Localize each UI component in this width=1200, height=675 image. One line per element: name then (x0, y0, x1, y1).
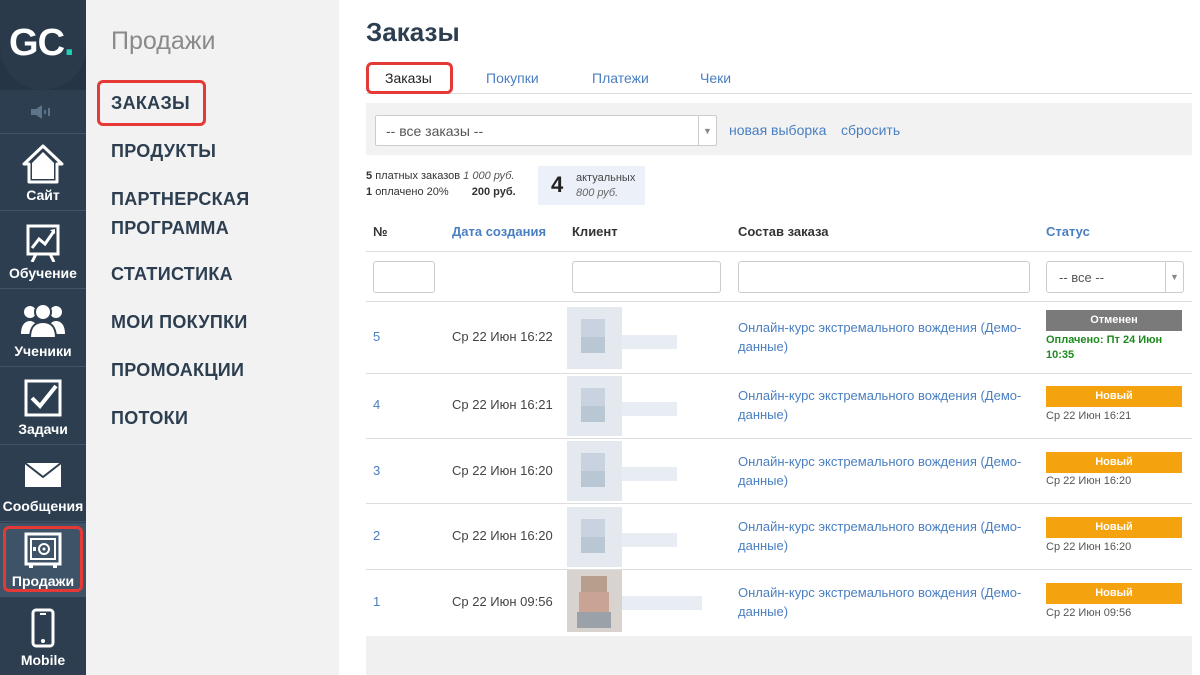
sound-toggle[interactable] (0, 90, 86, 134)
nav-label: Mobile (20, 652, 66, 668)
status-detail: Ср 22 Июн 16:20 (1046, 475, 1132, 487)
client-avatar-blurred (567, 507, 677, 567)
status-detail: Ср 22 Июн 09:56 (1046, 607, 1132, 619)
order-number[interactable]: 5 (373, 329, 380, 344)
status-detail: Ср 22 Июн 16:20 (1046, 541, 1132, 553)
logo[interactable]: GC. (0, 0, 86, 90)
table-row[interactable]: 2 Ср 22 Июн 16:20 Онлайн-курс экстремаль… (366, 504, 1192, 570)
col-num: № (373, 224, 388, 239)
order-date: Ср 22 Июн 16:22 (452, 329, 553, 344)
table-filter-row: -- все -- ▼ (366, 252, 1192, 302)
col-composition: Состав заказа (738, 224, 829, 239)
nav-label: Сайт (26, 187, 60, 203)
order-date: Ср 22 Июн 16:20 (452, 463, 553, 478)
actual-orders-stat: 4 актуальных 800 руб. (538, 166, 645, 205)
order-date: Ср 22 Июн 09:56 (452, 594, 553, 609)
table-row[interactable]: 5 Ср 22 Июн 16:22 Онлайн-курс экстремаль… (366, 302, 1192, 374)
house-icon (22, 144, 64, 184)
order-composition-link[interactable]: Онлайн-курс экстремального вождения (Дем… (738, 386, 1038, 424)
orders-filter-select[interactable]: -- все заказы -- ▼ (375, 115, 717, 146)
speaker-icon (31, 105, 50, 119)
order-number[interactable]: 3 (373, 463, 380, 478)
order-composition-link[interactable]: Онлайн-курс экстремального вождения (Дем… (738, 452, 1038, 490)
status-detail: Оплачено: Пт 24 Июн 10:35 (1046, 334, 1163, 361)
order-date: Ср 22 Июн 16:20 (452, 528, 553, 543)
checkbox-icon (24, 379, 62, 417)
tab-payments[interactable]: Платежи (592, 70, 649, 86)
col-date-sort[interactable]: Дата создания (452, 224, 546, 239)
envelope-icon (24, 462, 62, 487)
tab-purchases[interactable]: Покупки (486, 70, 539, 86)
order-composition-link[interactable]: Онлайн-курс экстремального вождения (Дем… (738, 318, 1038, 356)
menu-item-products[interactable]: ПРОДУКТЫ (111, 137, 216, 166)
order-number[interactable]: 2 (373, 528, 380, 543)
reset-link[interactable]: сбросить (841, 122, 900, 138)
highlight-outline (366, 62, 453, 94)
nav-label: Обучение (9, 265, 77, 281)
main-content: Заказы Заказы Покупки Платежи Чеки -- вс… (339, 0, 1200, 675)
new-selection-link[interactable]: новая выборка (729, 122, 826, 138)
table-row[interactable]: 3 Ср 22 Июн 16:20 Онлайн-курс экстремаль… (366, 439, 1192, 504)
order-composition-link[interactable]: Онлайн-курс экстремального вождения (Дем… (738, 583, 1038, 621)
order-composition-link[interactable]: Онлайн-курс экстремального вождения (Дем… (738, 517, 1038, 555)
status-badge: Новый (1046, 452, 1182, 473)
tabs: Заказы Покупки Платежи Чеки (366, 64, 1192, 94)
order-date: Ср 22 Июн 16:21 (452, 397, 553, 412)
col-status-sort[interactable]: Статус (1046, 224, 1090, 239)
users-icon (21, 303, 65, 339)
composition-filter-input[interactable] (738, 261, 1030, 293)
client-avatar-blurred (567, 307, 677, 369)
menu-item-promotions[interactable]: ПРОМОАКЦИИ (111, 356, 244, 385)
status-filter-select[interactable]: -- все -- ▼ (1046, 261, 1184, 293)
status-badge: Новый (1046, 386, 1182, 407)
menu-item-partner-program[interactable]: ПАРТНЕРСКАЯ ПРОГРАММА (111, 185, 311, 243)
table-row[interactable]: 1 Ср 22 Июн 09:56 Онлайн-курс экстремаль… (366, 570, 1192, 636)
client-avatar-blurred (567, 570, 702, 632)
nav-label: Ученики (14, 343, 72, 359)
tab-receipts[interactable]: Чеки (700, 70, 731, 86)
num-filter-input[interactable] (373, 261, 435, 293)
logo-text: GC. (9, 22, 75, 64)
col-client: Клиент (572, 224, 618, 239)
chart-board-icon (26, 224, 60, 262)
status-badge: Новый (1046, 517, 1182, 538)
table-header: № Дата создания Клиент Состав заказа Ста… (366, 212, 1192, 252)
nav-mobile[interactable]: Mobile (0, 598, 86, 675)
filter-bar: -- все заказы -- ▼ новая выборка сбросит… (366, 103, 1192, 155)
table-footer (366, 636, 1192, 675)
nav-students[interactable]: Ученики (0, 290, 86, 367)
menu-item-statistics[interactable]: СТАТИСТИКА (111, 260, 233, 289)
nav-site[interactable]: Сайт (0, 134, 86, 211)
order-stats: 5 платных заказов 1 000 руб. 1 оплачено … (366, 170, 516, 198)
nav-messages[interactable]: Сообщения (0, 445, 86, 522)
status-badge: Отменен (1046, 310, 1182, 331)
status-badge: Новый (1046, 583, 1182, 604)
order-number[interactable]: 1 (373, 594, 380, 609)
nav-label: Задачи (18, 421, 68, 437)
highlight-outline (3, 526, 83, 592)
chevron-down-icon: ▼ (1165, 262, 1183, 292)
section-title: Продажи (111, 27, 216, 55)
client-avatar-blurred (567, 376, 677, 436)
nav-tasks[interactable]: Задачи (0, 368, 86, 445)
phone-icon (31, 608, 55, 648)
table-row[interactable]: 4 Ср 22 Июн 16:21 Онлайн-курс экстремаль… (366, 374, 1192, 439)
client-avatar-blurred (567, 441, 677, 501)
highlight-outline (97, 80, 206, 126)
icon-sidebar: GC. Сайт Обучение Ученики Задачи Сообщен… (0, 0, 86, 675)
chevron-down-icon: ▼ (698, 116, 716, 145)
nav-learning[interactable]: Обучение (0, 212, 86, 289)
client-filter-input[interactable] (572, 261, 721, 293)
order-number[interactable]: 4 (373, 397, 380, 412)
page-title: Заказы (366, 17, 460, 47)
nav-label: Сообщения (2, 498, 84, 514)
menu-item-streams[interactable]: ПОТОКИ (111, 404, 188, 433)
status-detail: Ср 22 Июн 16:21 (1046, 410, 1132, 422)
menu-item-my-purchases[interactable]: МОИ ПОКУПКИ (111, 308, 248, 337)
